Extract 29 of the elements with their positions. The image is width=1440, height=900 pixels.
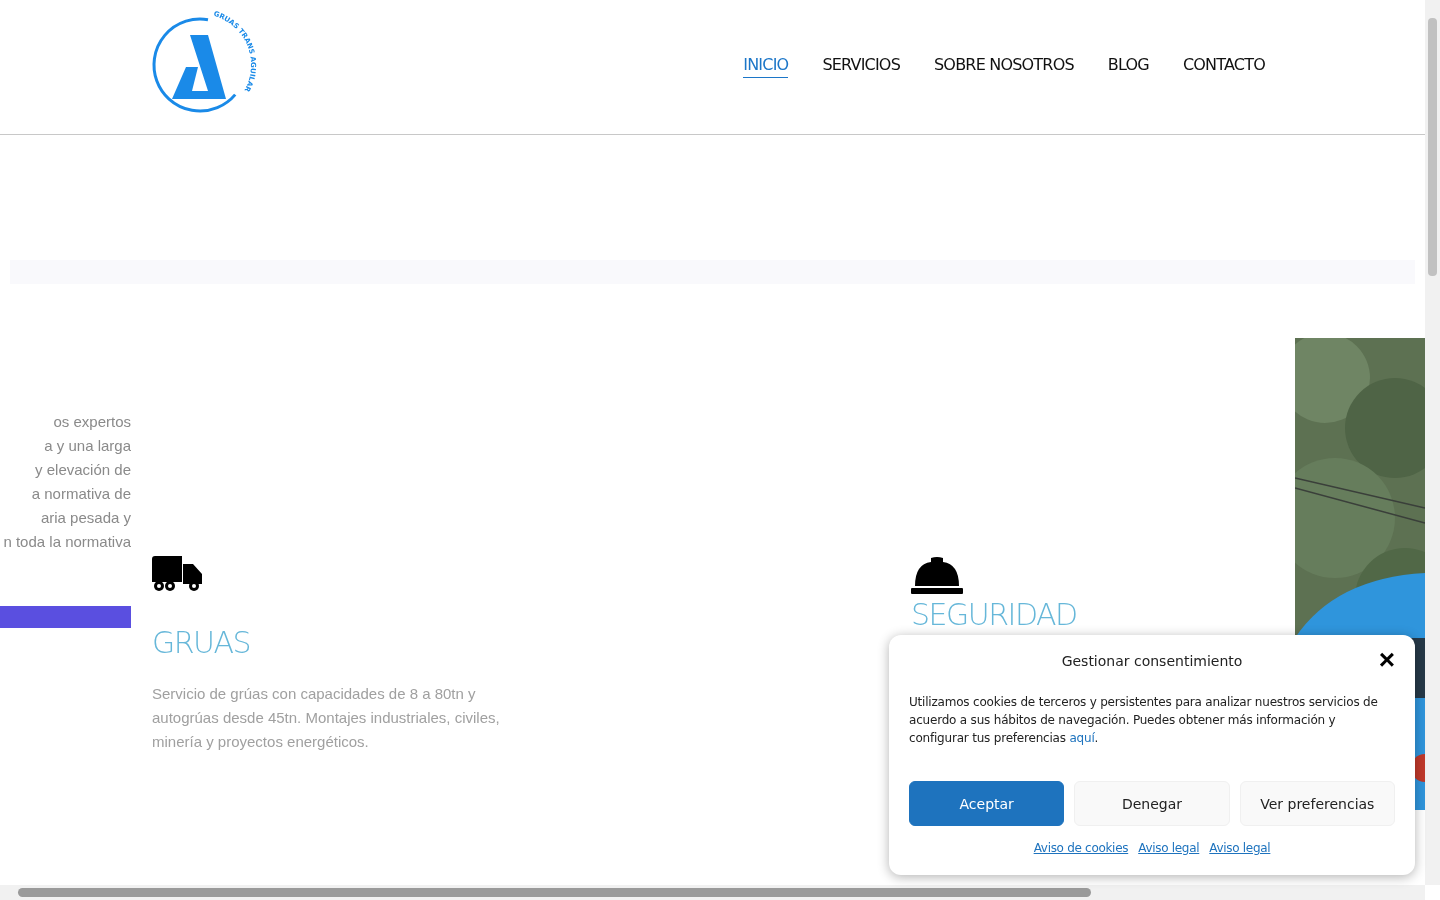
consent-text: Utilizamos cookies de terceros y persistentes para analizar nuestros servicios de acuerdo a sus hábitos de navegación. Puedes obtener más información y configurar tus preferencias aquí. (909, 694, 1379, 747)
dialog-title: Gestionar consentimiento (1061, 653, 1243, 669)
intro-text: aria pesada y (40, 508, 131, 528)
service-title: GRUAS (152, 626, 252, 660)
intro-text: a y una larga (44, 436, 131, 456)
cta-button[interactable] (0, 606, 131, 628)
nav-link[interactable]: SOBRE NOSOTROS (934, 54, 1074, 78)
helmet-icon (911, 556, 963, 594)
footer-link[interactable]: Aviso legal (1209, 841, 1271, 855)
intro-text: a normativa de (31, 484, 131, 504)
accept-button[interactable]: Aceptar (909, 781, 1065, 826)
truck-icon (152, 556, 204, 592)
footer-link[interactable]: Aviso legal (1138, 841, 1200, 855)
here-link[interactable]: aquí (1069, 731, 1095, 745)
option-button[interactable]: Ver preferencias (1239, 781, 1395, 826)
horizontal-scrollbar[interactable] (0, 885, 1425, 900)
vertical-scrollbar[interactable] (1425, 0, 1440, 885)
intro-text: y elevación de (35, 460, 131, 480)
option-button[interactable]: Denegar (1074, 781, 1230, 826)
intro-text: n toda la normativa (3, 532, 131, 552)
intro-text: os expertos (53, 412, 131, 432)
service-title: SEGURIDAD (911, 598, 1078, 632)
footer-link[interactable]: Aviso de cookies (1033, 841, 1129, 855)
nav-link[interactable]: CONTACTO (1182, 54, 1265, 78)
nav-link[interactable]: INICIO (743, 54, 789, 78)
close-button[interactable]: × (1378, 647, 1395, 673)
service-description: Servicio de grúas con capacidades de 8 a 80tn y autogrúas desde 45tn. Montajes industriales, civiles, minería y proyectos energéticos. (152, 684, 501, 752)
nav-link[interactable]: BLOG (1107, 54, 1149, 78)
nav-link[interactable]: SERVICIOS (822, 54, 900, 78)
